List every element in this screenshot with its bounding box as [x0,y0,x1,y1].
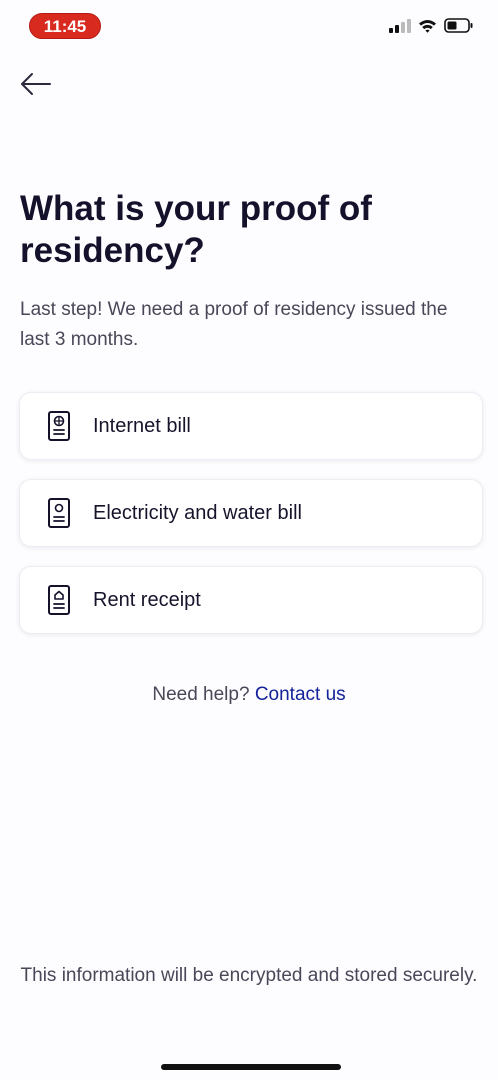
internet-bill-icon [47,410,71,442]
residency-options: Internet bill Electricity and water bill… [19,392,483,653]
wifi-icon [419,19,436,33]
encryption-note: This information will be encrypted and s… [20,965,478,986]
contact-us-link[interactable]: Contact us [255,684,346,705]
status-icons [389,18,474,33]
option-label: Electricity and water bill [93,501,302,524]
battery-icon [444,18,473,33]
option-internet-bill[interactable]: Internet bill [19,392,483,460]
status-bar: 11:45 [0,0,498,50]
arrow-left-icon [21,73,51,95]
back-button[interactable] [18,68,54,100]
status-time[interactable]: 11:45 [29,13,101,39]
option-electricity-water-bill[interactable]: Electricity and water bill [19,479,483,547]
help-section: Need help? Contact us [0,684,498,706]
help-text: Need help? [152,684,250,705]
rent-receipt-icon [47,584,71,616]
signal-icon [389,18,411,33]
utility-bill-icon [47,497,71,529]
option-rent-receipt[interactable]: Rent receipt [19,566,483,634]
page-title: What is your proof of residency? [20,189,372,270]
home-indicator[interactable] [161,1064,341,1070]
option-label: Internet bill [93,414,191,437]
option-label: Rent receipt [93,588,201,611]
page-subtitle: Last step! We need a proof of residency … [20,299,448,350]
